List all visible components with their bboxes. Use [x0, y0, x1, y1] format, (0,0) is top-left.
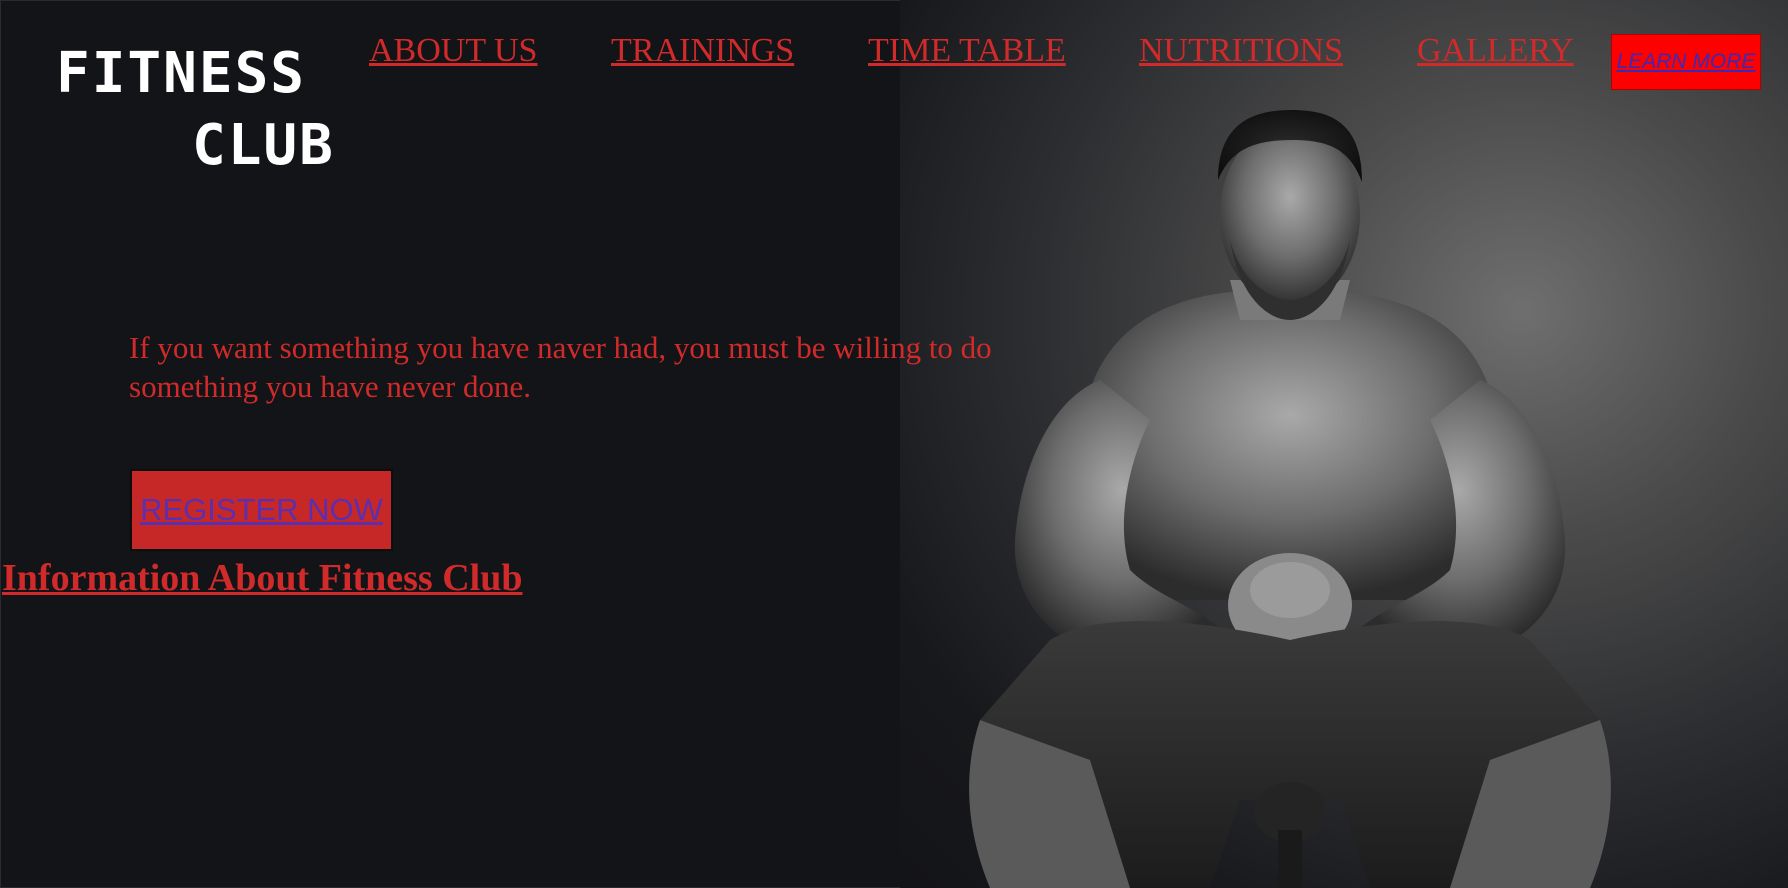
nav-time-table[interactable]: TIME TABLE — [868, 32, 1066, 70]
nav-gallery[interactable]: GALLERY — [1417, 32, 1574, 70]
nav-trainings[interactable]: TRAININGS — [611, 32, 794, 70]
learn-more-button[interactable]: LEARN MORE — [1611, 34, 1761, 90]
nav-about-us[interactable]: ABOUT US — [369, 32, 537, 70]
logo-line-2: CLUB — [192, 113, 335, 178]
info-about-club-link[interactable]: Information About Fitness Club — [2, 556, 522, 600]
hero-quote: If you want something you have naver had… — [129, 330, 992, 404]
learn-more-link[interactable]: LEARN MORE — [1617, 50, 1756, 74]
nav-nutritions[interactable]: NUTRITIONS — [1139, 32, 1343, 70]
register-now-button[interactable]: REGISTER NOW — [130, 469, 393, 551]
hero-section: FITNESS CLUB ABOUT US TRAININGS TIME TAB… — [0, 0, 1788, 888]
athlete-silhouette-icon — [969, 110, 1611, 888]
main-nav: ABOUT US TRAININGS TIME TABLE NUTRITIONS… — [0, 32, 1788, 76]
register-now-link[interactable]: REGISTER NOW — [140, 492, 383, 528]
athlete-photo — [900, 0, 1788, 888]
page: FITNESS CLUB ABOUT US TRAININGS TIME TAB… — [0, 0, 1788, 888]
